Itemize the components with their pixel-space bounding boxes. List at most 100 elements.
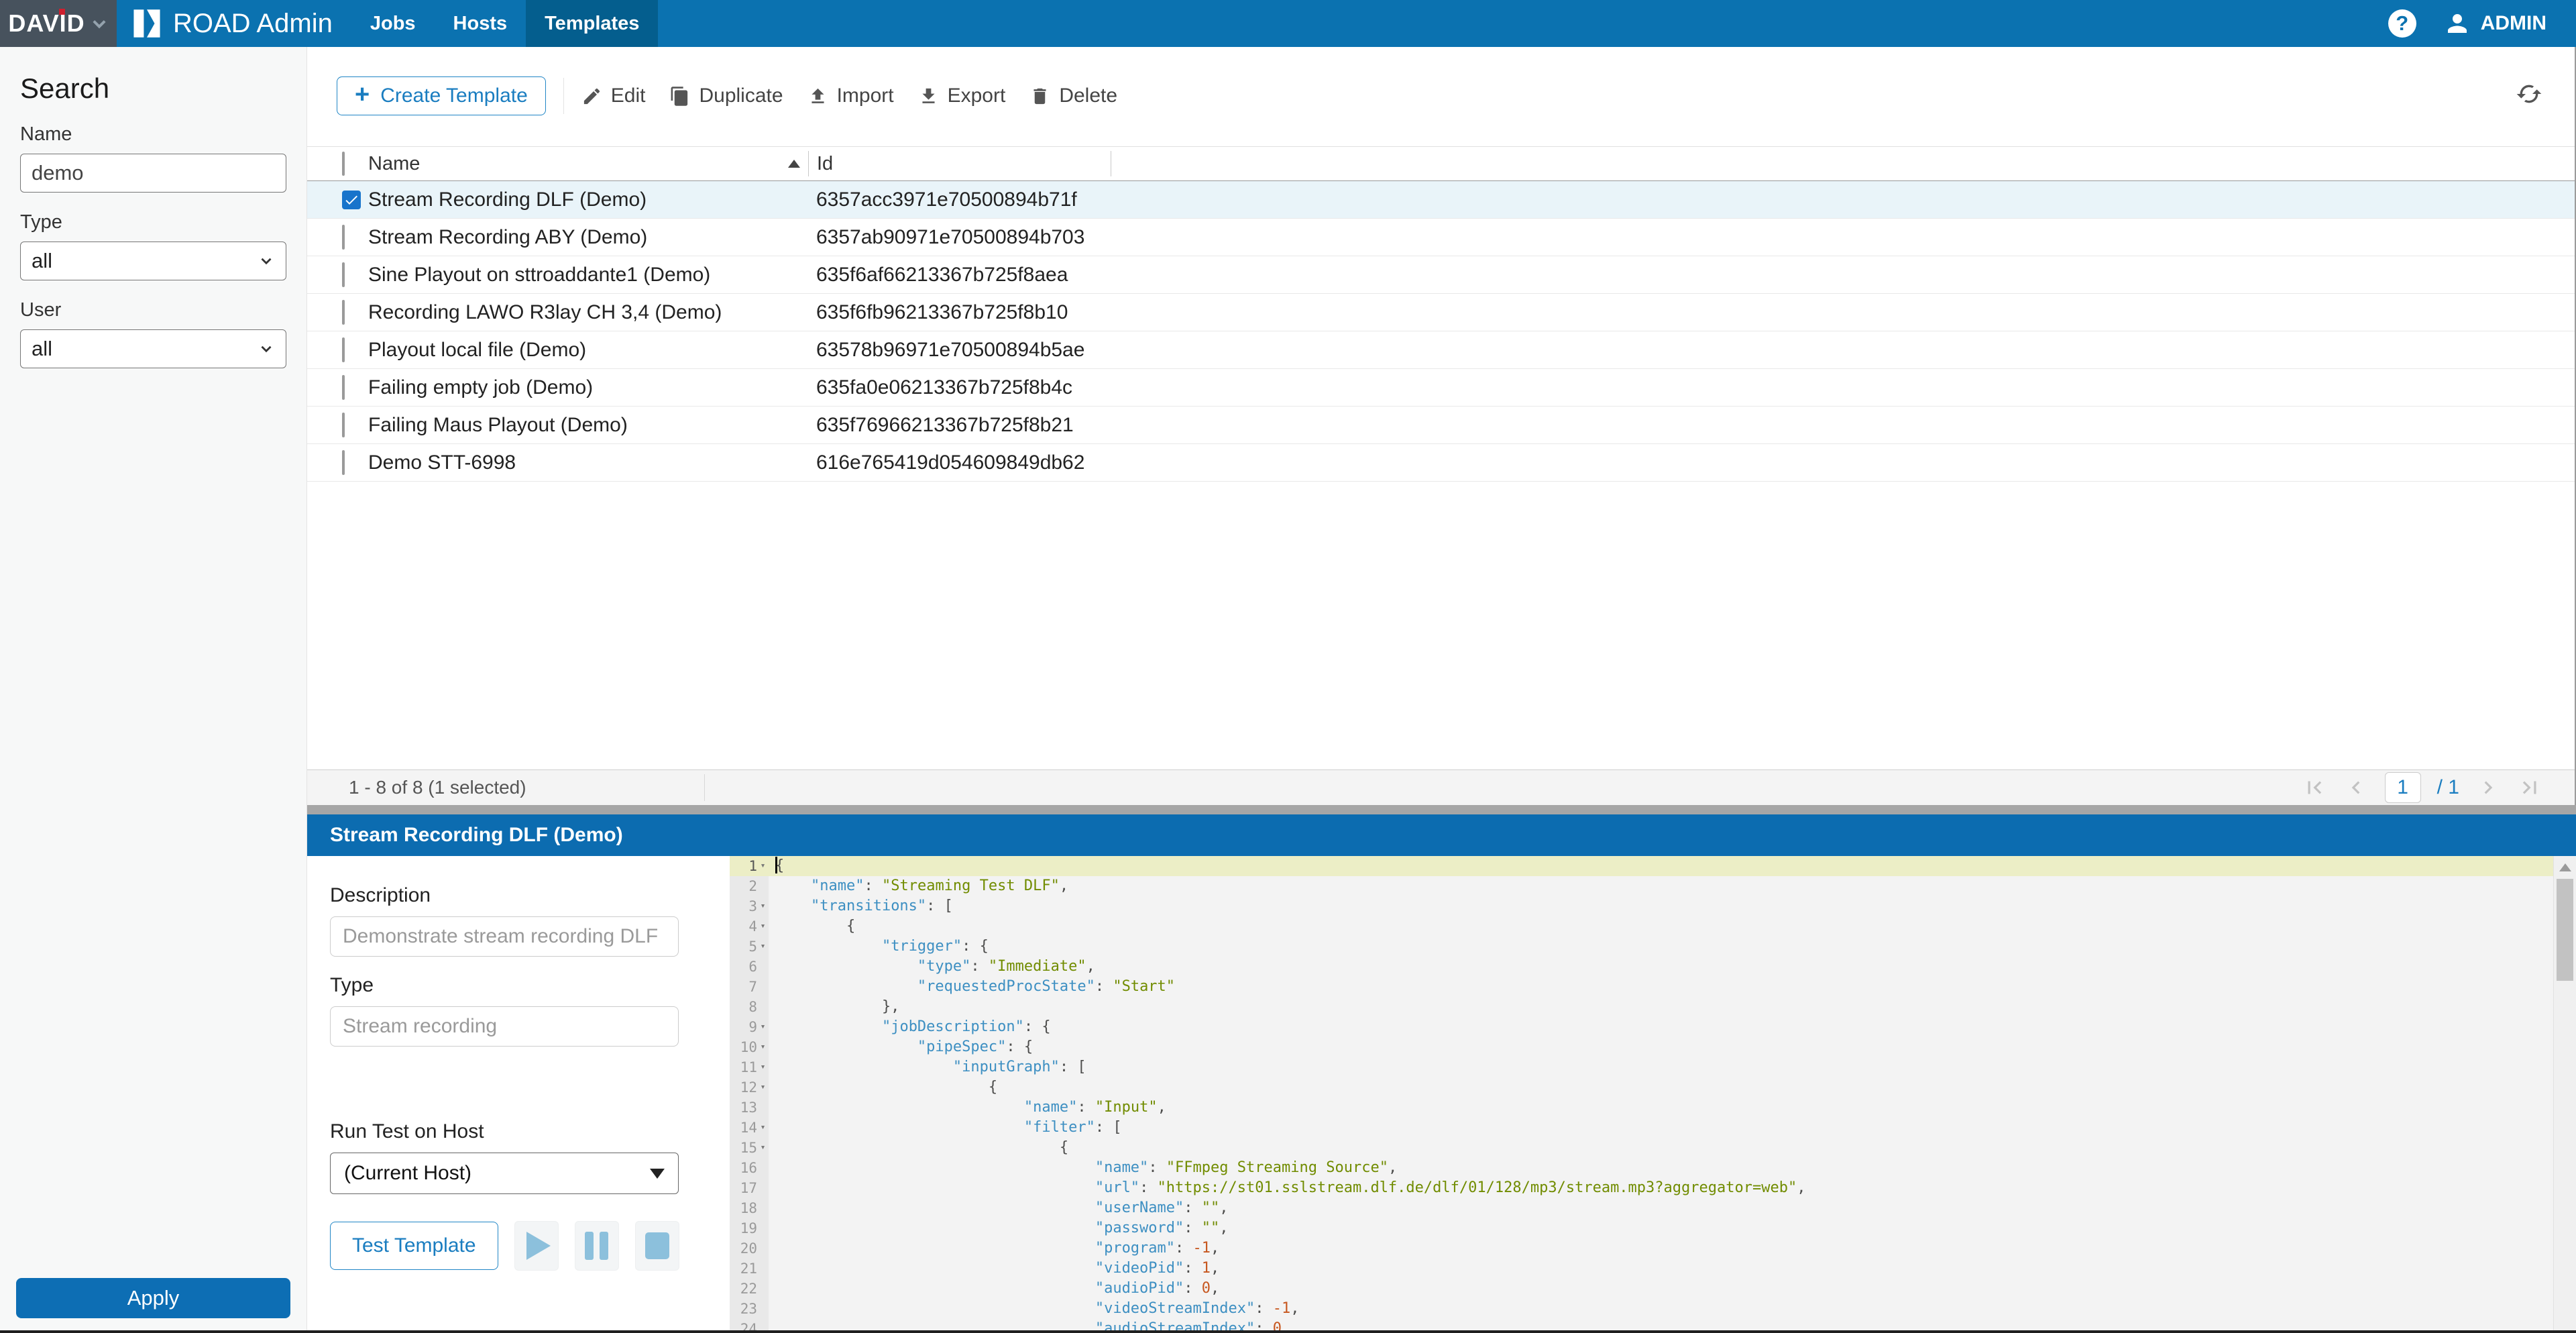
- type-filter-select[interactable]: all: [20, 242, 286, 280]
- table-row[interactable]: Playout local file (Demo)63578b96971e705…: [307, 331, 2576, 369]
- table-row[interactable]: Stream Recording DLF (Demo)6357acc3971e7…: [307, 181, 2576, 219]
- line-number-gutter[interactable]: 8: [730, 997, 769, 1017]
- nav-item-jobs[interactable]: Jobs: [351, 0, 435, 47]
- description-field[interactable]: Demonstrate stream recording DLF: [330, 916, 679, 957]
- fold-toggle-icon[interactable]: ▾: [757, 896, 769, 916]
- code-line[interactable]: 10▾ "pipeSpec": {: [730, 1037, 2576, 1057]
- test-template-button[interactable]: Test Template: [330, 1222, 498, 1270]
- scroll-up-icon[interactable]: [2559, 863, 2571, 871]
- code-line[interactable]: 1▾{: [730, 856, 2576, 876]
- fold-toggle-icon[interactable]: ▾: [757, 937, 769, 957]
- table-row[interactable]: Failing Maus Playout (Demo)635f769662133…: [307, 407, 2576, 444]
- line-number-gutter[interactable]: 11▾: [730, 1057, 769, 1077]
- fold-toggle-icon[interactable]: ▾: [757, 1118, 769, 1138]
- column-header-name[interactable]: Name: [368, 153, 420, 175]
- sort-ascending-icon[interactable]: [788, 160, 800, 168]
- code-line[interactable]: 16 "name": "FFmpeg Streaming Source",: [730, 1158, 2576, 1178]
- code-line[interactable]: 24 "audioStreamIndex": 0,: [730, 1319, 2576, 1330]
- line-number-gutter[interactable]: 14▾: [730, 1118, 769, 1138]
- create-template-button[interactable]: Create Template: [337, 76, 546, 115]
- code-line[interactable]: 20 "program": -1,: [730, 1238, 2576, 1259]
- code-line[interactable]: 5▾ "trigger": {: [730, 937, 2576, 957]
- apply-button[interactable]: Apply: [16, 1278, 290, 1318]
- line-number-gutter[interactable]: 5▾: [730, 937, 769, 957]
- row-checkbox[interactable]: [342, 262, 345, 287]
- fold-toggle-icon[interactable]: ▾: [757, 856, 769, 876]
- code-line[interactable]: 4▾ {: [730, 916, 2576, 937]
- row-checkbox[interactable]: [342, 225, 345, 250]
- fold-toggle-icon[interactable]: ▾: [757, 1077, 769, 1098]
- duplicate-button[interactable]: Duplicate: [669, 85, 783, 107]
- refresh-icon[interactable]: [2516, 81, 2542, 107]
- json-code-editor[interactable]: 1▾{2 "name": "Streaming Test DLF",3▾ "tr…: [730, 856, 2576, 1330]
- help-icon[interactable]: [2388, 9, 2416, 38]
- table-row[interactable]: Recording LAWO R3lay CH 3,4 (Demo)635f6f…: [307, 294, 2576, 331]
- code-line[interactable]: 15▾ {: [730, 1138, 2576, 1158]
- code-line[interactable]: 13 "name": "Input",: [730, 1098, 2576, 1118]
- line-number-gutter[interactable]: 22: [730, 1279, 769, 1299]
- line-number-gutter[interactable]: 16: [730, 1158, 769, 1178]
- code-line[interactable]: 14▾ "filter": [: [730, 1118, 2576, 1138]
- user-menu[interactable]: ADMIN: [2443, 9, 2546, 38]
- line-number-gutter[interactable]: 23: [730, 1299, 769, 1319]
- scrollbar-thumb[interactable]: [2557, 879, 2573, 981]
- export-button[interactable]: Export: [918, 85, 1006, 107]
- row-checkbox[interactable]: [342, 300, 345, 325]
- previous-page-icon[interactable]: [2343, 775, 2369, 800]
- import-button[interactable]: Import: [807, 85, 894, 107]
- line-number-gutter[interactable]: 15▾: [730, 1138, 769, 1158]
- row-checkbox[interactable]: [342, 413, 345, 437]
- table-row[interactable]: Failing empty job (Demo)635fa0e06213367b…: [307, 369, 2576, 407]
- column-header-id[interactable]: Id: [808, 151, 1111, 176]
- edit-button[interactable]: Edit: [581, 85, 646, 107]
- code-line[interactable]: 11▾ "inputGraph": [: [730, 1057, 2576, 1077]
- line-number-gutter[interactable]: 24: [730, 1319, 769, 1330]
- code-line[interactable]: 3▾ "transitions": [: [730, 896, 2576, 916]
- table-row[interactable]: Demo STT-6998616e765419d054609849db62: [307, 444, 2576, 482]
- code-line[interactable]: 17 "url": "https://st01.sslstream.dlf.de…: [730, 1178, 2576, 1198]
- first-page-icon[interactable]: [2302, 775, 2327, 800]
- editor-scrollbar[interactable]: [2553, 856, 2576, 1330]
- code-line[interactable]: 19 "password": "",: [730, 1218, 2576, 1238]
- line-number-gutter[interactable]: 21: [730, 1259, 769, 1279]
- line-number-gutter[interactable]: 13: [730, 1098, 769, 1118]
- fold-toggle-icon[interactable]: ▾: [757, 1138, 769, 1158]
- fold-toggle-icon[interactable]: ▾: [757, 916, 769, 937]
- row-checkbox[interactable]: [342, 375, 345, 400]
- line-number-gutter[interactable]: 12▾: [730, 1077, 769, 1098]
- stop-button[interactable]: [635, 1221, 679, 1271]
- code-line[interactable]: 23 "videoStreamIndex": -1,: [730, 1299, 2576, 1319]
- table-row[interactable]: Sine Playout on sttroaddante1 (Demo)635f…: [307, 256, 2576, 294]
- code-line[interactable]: 18 "userName": "",: [730, 1198, 2576, 1218]
- line-number-gutter[interactable]: 4▾: [730, 916, 769, 937]
- nav-item-hosts[interactable]: Hosts: [435, 0, 526, 47]
- host-select[interactable]: (Current Host): [330, 1153, 679, 1194]
- code-line[interactable]: 8 },: [730, 997, 2576, 1017]
- select-all-checkbox[interactable]: [342, 152, 345, 176]
- row-checkbox[interactable]: [342, 337, 345, 362]
- line-number-gutter[interactable]: 1▾: [730, 856, 769, 876]
- code-line[interactable]: 9▾ "jobDescription": {: [730, 1017, 2576, 1037]
- type-field[interactable]: Stream recording: [330, 1006, 679, 1047]
- fold-toggle-icon[interactable]: ▾: [757, 1037, 769, 1057]
- user-filter-select[interactable]: all: [20, 329, 286, 368]
- line-number-gutter[interactable]: 7: [730, 977, 769, 997]
- david-menu-button[interactable]: DAVID: [0, 0, 117, 47]
- code-line[interactable]: 7 "requestedProcState": "Start": [730, 977, 2576, 997]
- next-page-icon[interactable]: [2475, 775, 2501, 800]
- code-line[interactable]: 6 "type": "Immediate",: [730, 957, 2576, 977]
- code-line[interactable]: 12▾ {: [730, 1077, 2576, 1098]
- pause-button[interactable]: [575, 1221, 619, 1271]
- play-button[interactable]: [514, 1221, 559, 1271]
- line-number-gutter[interactable]: 17: [730, 1178, 769, 1198]
- code-line[interactable]: 2 "name": "Streaming Test DLF",: [730, 876, 2576, 896]
- line-number-gutter[interactable]: 18: [730, 1198, 769, 1218]
- code-line[interactable]: 21 "videoPid": 1,: [730, 1259, 2576, 1279]
- table-row[interactable]: Stream Recording ABY (Demo)6357ab90971e7…: [307, 219, 2576, 256]
- fold-toggle-icon[interactable]: ▾: [757, 1057, 769, 1077]
- line-number-gutter[interactable]: 6: [730, 957, 769, 977]
- name-filter-input[interactable]: [20, 154, 286, 193]
- row-checkbox[interactable]: [342, 450, 345, 475]
- line-number-gutter[interactable]: 10▾: [730, 1037, 769, 1057]
- current-page-input[interactable]: 1: [2385, 772, 2421, 803]
